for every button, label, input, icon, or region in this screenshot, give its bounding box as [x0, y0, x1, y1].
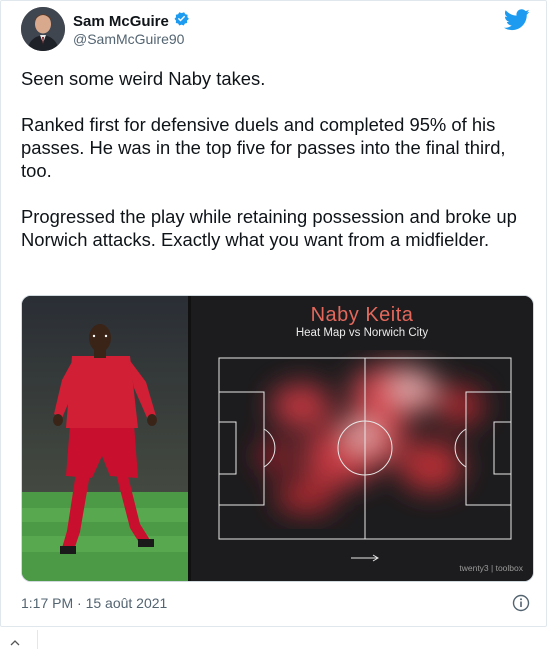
tweet-media[interactable]: Naby Keita Heat Map vs Norwich City twen…	[21, 295, 534, 582]
heatmap-brand: twenty3 | toolbox	[459, 563, 523, 573]
heatmap-pitch	[218, 357, 512, 562]
tweet-timestamp[interactable]: 1:17 PM · 15 août 2021	[21, 595, 167, 611]
avatar[interactable]	[21, 7, 65, 51]
twitter-bird-icon[interactable]	[503, 9, 530, 31]
author-name[interactable]: Sam McGuire	[73, 13, 169, 30]
player-photo	[22, 296, 188, 581]
tweet-text: Seen some weird Naby takes. Ranked first…	[21, 67, 536, 274]
verified-badge-icon	[173, 10, 190, 32]
divider	[37, 630, 38, 649]
chevron-up-icon[interactable]	[10, 635, 20, 646]
tweet-paragraph: Progressed the play while retaining poss…	[21, 206, 517, 250]
page-bottom-bar	[0, 628, 549, 649]
heatmap-panel: Naby Keita Heat Map vs Norwich City twen…	[188, 296, 533, 581]
tweet-paragraph: Seen some weird Naby takes.	[21, 68, 266, 89]
tweet-card: Sam McGuire @SamMcGuire90 Seen some weir…	[0, 0, 547, 627]
tweet-paragraph: Ranked first for defensive duels and com…	[21, 114, 506, 181]
author-handle[interactable]: @SamMcGuire90	[73, 31, 184, 47]
info-icon[interactable]	[512, 594, 530, 612]
author-row: Sam McGuire	[73, 10, 190, 32]
